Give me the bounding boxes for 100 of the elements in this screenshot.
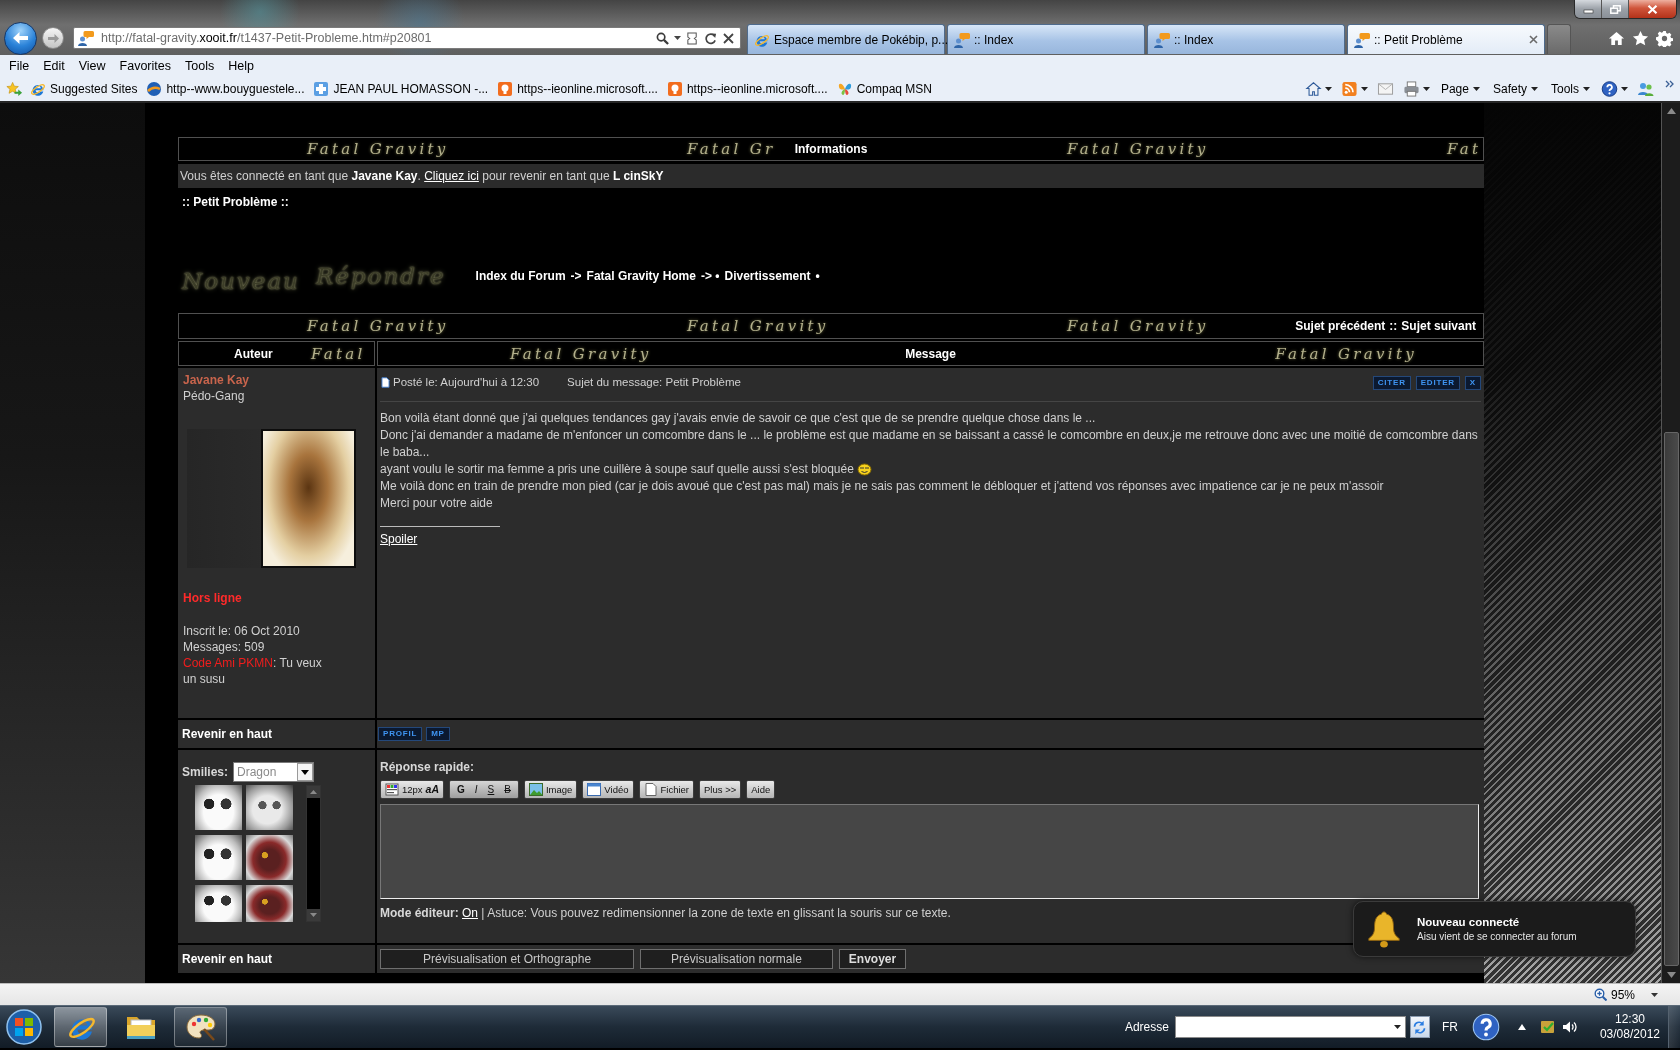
submit-button[interactable]: Envoyer bbox=[838, 949, 907, 969]
post-text: Bon voilà étant donné que j'ai quelques tendances gay j'avais envie de savoir ce que c'est que de se prendre quelque chose dans le ... bbox=[380, 411, 1096, 425]
topic-title[interactable]: :: Petit Problème :: bbox=[182, 195, 289, 209]
show-desktop-button[interactable] bbox=[1668, 1006, 1680, 1048]
profile-button[interactable]: PROFIL bbox=[378, 727, 423, 741]
page-scrollbar[interactable] bbox=[1661, 103, 1680, 983]
menu-item[interactable]: Edit bbox=[36, 59, 72, 73]
scrollbar-thumb[interactable] bbox=[1663, 432, 1679, 966]
smiley-image[interactable] bbox=[246, 785, 293, 830]
smiley-image[interactable] bbox=[246, 835, 293, 880]
scroll-down-icon[interactable] bbox=[1666, 972, 1676, 978]
address-bar[interactable]: http://fatal-gravity.xooit.fr/t1437-Petit-Probleme.htm#p20801 bbox=[73, 27, 741, 49]
menu-item[interactable]: Tools bbox=[178, 59, 222, 73]
scroll-up-icon[interactable] bbox=[307, 786, 320, 798]
submit-button[interactable]: Prévisualisation normale bbox=[640, 949, 833, 969]
command-menu-button[interactable]: Tools bbox=[1546, 79, 1595, 99]
smilies-scrollbar[interactable] bbox=[306, 785, 321, 922]
editor-button[interactable]: Plus >> bbox=[699, 779, 742, 799]
insert-video-button[interactable]: Vidéo bbox=[582, 779, 634, 799]
smiley-image[interactable] bbox=[246, 885, 293, 922]
font-size-button[interactable]: 12px aA bbox=[380, 779, 445, 799]
compatibility-view-icon[interactable] bbox=[686, 31, 699, 45]
mail-icon bbox=[1376, 81, 1394, 97]
insert-image-button[interactable]: Image bbox=[523, 779, 578, 799]
taskbar-app-button[interactable] bbox=[54, 1007, 107, 1047]
editor-button[interactable]: Aide bbox=[746, 779, 776, 799]
spoiler-link[interactable]: Spoiler bbox=[380, 531, 418, 548]
restore-button[interactable] bbox=[1602, 0, 1629, 18]
format-button[interactable]: B bbox=[501, 783, 514, 795]
favorite-link[interactable]: https--ieonline.microsoft.... bbox=[666, 81, 828, 97]
scroll-down-icon[interactable] bbox=[307, 909, 320, 921]
editor-mode-link[interactable]: On bbox=[462, 906, 479, 920]
back-button[interactable] bbox=[4, 21, 37, 55]
browser-tab[interactable]: :: Index bbox=[947, 24, 1145, 54]
topic-nav-link[interactable]: Sujet précédent bbox=[1295, 319, 1386, 333]
menu-item[interactable]: Help bbox=[221, 59, 261, 73]
search-icon[interactable] bbox=[656, 31, 669, 45]
taskbar-app-button[interactable] bbox=[174, 1007, 227, 1047]
breadcrumb-link[interactable]: Index du Forum bbox=[475, 268, 566, 283]
command-menu-button[interactable]: Page bbox=[1435, 79, 1485, 99]
home-icon[interactable] bbox=[1608, 29, 1625, 47]
add-favorite-icon[interactable] bbox=[6, 81, 23, 97]
author-name[interactable]: Javane Kay bbox=[183, 372, 250, 388]
taskbar-address-field[interactable] bbox=[1174, 1016, 1406, 1038]
post-action-button[interactable]: CITER bbox=[1372, 376, 1411, 390]
format-button[interactable]: G bbox=[454, 783, 468, 795]
menu-item[interactable]: View bbox=[71, 59, 113, 73]
font-color-icon bbox=[385, 782, 399, 796]
show-hidden-icons-icon[interactable] bbox=[1517, 1024, 1526, 1030]
smiley-image[interactable] bbox=[195, 835, 242, 880]
profile-field: Code Ami PKMN: Tu veux un susu bbox=[183, 655, 323, 687]
back-to-top-link[interactable]: Revenir en haut bbox=[182, 727, 273, 741]
submit-button[interactable]: Prévisualisation et Orthographe bbox=[380, 949, 635, 969]
smiley-image[interactable] bbox=[195, 785, 242, 830]
close-tab-icon[interactable] bbox=[1529, 35, 1538, 44]
favorites-star-icon[interactable] bbox=[1632, 29, 1649, 47]
scroll-up-icon[interactable] bbox=[1666, 108, 1676, 114]
format-button[interactable]: I bbox=[471, 783, 481, 795]
browser-tab[interactable]: :: Index bbox=[1147, 24, 1345, 54]
forward-button[interactable] bbox=[42, 27, 64, 49]
settings-gear-icon[interactable] bbox=[1656, 29, 1673, 47]
go-button[interactable] bbox=[1409, 1016, 1430, 1038]
format-button[interactable]: S bbox=[484, 783, 498, 795]
clock-button[interactable]: 12:30 03/08/2012 bbox=[1595, 1012, 1664, 1042]
breadcrumb-link[interactable]: Fatal Gravity Home bbox=[586, 268, 696, 283]
post-action-button[interactable]: EDITER bbox=[1415, 376, 1460, 390]
favorite-link[interactable]: JEAN PAUL HOMASSON -... bbox=[313, 81, 489, 97]
insert-file-button[interactable]: Fichier bbox=[638, 779, 694, 799]
speaker-icon[interactable] bbox=[1561, 1019, 1578, 1035]
favorite-link[interactable]: Compaq MSN bbox=[836, 81, 932, 97]
help-icon[interactable] bbox=[1471, 1013, 1500, 1041]
switch-account-link[interactable]: Cliquez ici bbox=[424, 169, 479, 183]
stop-icon[interactable] bbox=[722, 31, 735, 45]
start-button[interactable] bbox=[4, 1007, 44, 1047]
favorite-link[interactable]: http--www.bouyguestele... bbox=[146, 81, 305, 97]
forward-arrow-icon bbox=[47, 33, 59, 43]
refresh-icon[interactable] bbox=[704, 31, 717, 45]
smiley-image[interactable] bbox=[195, 885, 242, 922]
checkmark-flag-icon[interactable] bbox=[1539, 1019, 1556, 1035]
zoom-level-button[interactable]: 95% bbox=[1593, 987, 1635, 1002]
minimize-button[interactable] bbox=[1575, 0, 1602, 18]
back-to-top-link[interactable]: Revenir en haut bbox=[182, 952, 273, 966]
notification-popup[interactable]: Nouveau connecté Aisu vient de se connecter au forum bbox=[1353, 901, 1636, 957]
topic-nav-link[interactable]: Sujet suivant bbox=[1401, 319, 1476, 333]
more-chevron-icon[interactable] bbox=[1665, 80, 1674, 88]
author-rank: Pédo-Gang bbox=[183, 388, 245, 404]
close-button[interactable] bbox=[1629, 0, 1676, 18]
post-action-button[interactable]: X bbox=[1464, 376, 1481, 390]
menu-item[interactable]: File bbox=[2, 59, 37, 73]
browser-tab[interactable]: :: Petit Problème bbox=[1347, 24, 1545, 54]
smilies-select[interactable]: Dragon bbox=[233, 762, 315, 782]
favorite-link[interactable]: Suggested Sites bbox=[30, 81, 138, 97]
breadcrumb-link[interactable]: Divertissement bbox=[724, 268, 811, 283]
language-indicator[interactable]: FR bbox=[1441, 1020, 1458, 1034]
butterfly-icon bbox=[836, 81, 853, 97]
command-menu-button[interactable]: Safety bbox=[1487, 79, 1543, 99]
favorite-link[interactable]: https--ieonline.microsoft.... bbox=[497, 81, 658, 97]
menu-item[interactable]: Favorites bbox=[112, 59, 178, 73]
browser-tab[interactable]: Espace membre de Pokébip, p... bbox=[747, 24, 945, 54]
profile-button[interactable]: MP bbox=[426, 727, 450, 741]
